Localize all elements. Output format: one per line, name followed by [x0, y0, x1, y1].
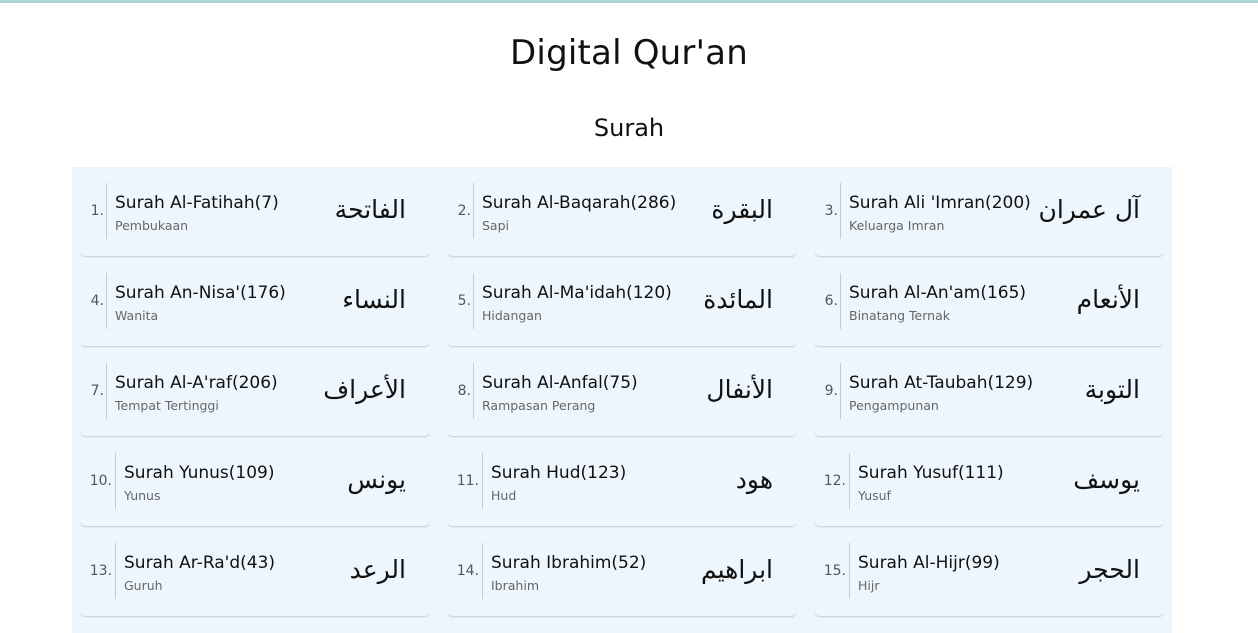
divider: [115, 453, 116, 509]
divider: [840, 273, 841, 329]
surah-number: 13.: [89, 563, 112, 579]
surah-number: 1.: [90, 203, 104, 219]
surah-card[interactable]: 7. Surah Al-A'raf(206) Tempat Tertinggi الأ…: [80, 357, 430, 437]
divider: [482, 453, 483, 509]
surah-name: Surah An-Nisa'(176): [115, 283, 286, 303]
surah-meaning: Rampasan Perang: [482, 398, 596, 413]
surah-card[interactable]: 8. Surah Al-Anfal(75) Rampasan Perang الأنف…: [447, 357, 797, 437]
divider: [840, 363, 841, 419]
surah-number: 12.: [823, 473, 846, 489]
surah-meaning: Yunus: [124, 488, 161, 503]
surah-number: 7.: [90, 383, 104, 399]
surah-meaning: Ibrahim: [491, 578, 539, 593]
surah-number: 5.: [457, 293, 471, 309]
surah-arabic-name: المائدة: [703, 285, 773, 314]
surah-arabic-name: الفاتحة: [334, 195, 406, 224]
surah-number: 6.: [824, 293, 838, 309]
surah-number: 2.: [457, 203, 471, 219]
surah-arabic-name: الأنفال: [706, 375, 773, 404]
surah-arabic-name: الرعد: [349, 555, 406, 584]
section-title: Surah: [593, 114, 665, 142]
surah-name: Surah Ali 'Imran(200): [849, 193, 1031, 213]
surah-meaning: Hud: [491, 488, 517, 503]
surah-name: Surah Al-Ma'idah(120): [482, 283, 672, 303]
surah-arabic-name: يوسف: [1073, 465, 1140, 494]
surah-meaning: Wanita: [115, 308, 159, 323]
surah-number: 8.: [457, 383, 471, 399]
surah-name: Surah Hud(123): [491, 463, 627, 483]
surah-card[interactable]: 1. Surah Al-Fatihah(7) Pembukaan الفاتحة: [80, 177, 430, 257]
surah-arabic-name: النساء: [342, 285, 406, 314]
surah-name: Surah Ar-Ra'd(43): [124, 553, 276, 573]
surah-name: Surah Al-An'am(165): [849, 283, 1027, 303]
surah-card[interactable]: 5. Surah Al-Ma'idah(120) Hidangan المائدة: [447, 267, 797, 347]
divider: [840, 183, 841, 239]
surah-card[interactable]: 13. Surah Ar-Ra'd(43) Guruh الرعد: [80, 537, 430, 617]
surah-meaning: Hidangan: [482, 308, 542, 323]
surah-card[interactable]: 2. Surah Al-Baqarah(286) Sapi البقرة: [447, 177, 797, 257]
surah-arabic-name: الحجر: [1079, 555, 1140, 584]
surah-arabic-name: آل عمران: [1038, 195, 1140, 224]
divider: [473, 273, 474, 329]
divider: [106, 183, 107, 239]
surah-arabic-name: البقرة: [711, 195, 773, 224]
surah-card[interactable]: 9. Surah At-Taubah(129) Pengampunan التوبة: [814, 357, 1164, 437]
surah-number: 10.: [89, 473, 112, 489]
surah-card[interactable]: 15. Surah Al-Hijr(99) Hijr الحجر: [814, 537, 1164, 617]
surah-meaning: Guruh: [124, 578, 163, 593]
surah-name: Surah Yunus(109): [124, 463, 275, 483]
surah-meaning: Yusuf: [858, 488, 891, 503]
surah-name: Surah Al-Baqarah(286): [482, 193, 677, 213]
surah-meaning: Hijr: [858, 578, 880, 593]
surah-number: 9.: [824, 383, 838, 399]
surah-arabic-name: التوبة: [1084, 375, 1140, 404]
surah-arabic-name: يونس: [347, 465, 406, 494]
surah-name: Surah At-Taubah(129): [849, 373, 1034, 393]
divider: [849, 453, 850, 509]
surah-arabic-name: هود: [735, 465, 773, 494]
surah-card[interactable]: 3. Surah Ali 'Imran(200) Keluarga Imran آل …: [814, 177, 1164, 257]
divider: [473, 183, 474, 239]
surah-meaning: Keluarga Imran: [849, 218, 945, 233]
surah-number: 15.: [823, 563, 846, 579]
surah-list-container: 1. Surah Al-Fatihah(7) Pembukaan الفاتحة 2. S…: [72, 167, 1172, 633]
divider: [473, 363, 474, 419]
surah-meaning: Sapi: [482, 218, 510, 233]
surah-card[interactable]: 14. Surah Ibrahim(52) Ibrahim ابراهيم: [447, 537, 797, 617]
surah-number: 14.: [456, 563, 479, 579]
surah-card[interactable]: 10. Surah Yunus(109) Yunus يونس: [80, 447, 430, 527]
surah-meaning: Binatang Ternak: [849, 308, 950, 323]
surah-name: Surah Ibrahim(52): [491, 553, 647, 573]
surah-grid: 1. Surah Al-Fatihah(7) Pembukaan الفاتحة 2. S…: [80, 177, 1164, 617]
divider: [482, 543, 483, 599]
page-title: Digital Qur'an: [510, 33, 748, 73]
surah-name: Surah Al-Anfal(75): [482, 373, 638, 393]
divider: [849, 543, 850, 599]
surah-meaning: Tempat Tertinggi: [115, 398, 219, 413]
surah-name: Surah Al-Fatihah(7): [115, 193, 279, 213]
divider: [106, 273, 107, 329]
divider: [115, 543, 116, 599]
surah-card[interactable]: 6. Surah Al-An'am(165) Binatang Ternak الأن…: [814, 267, 1164, 347]
surah-meaning: Pengampunan: [849, 398, 939, 413]
surah-card[interactable]: 12. Surah Yusuf(111) Yusuf يوسف: [814, 447, 1164, 527]
surah-number: 4.: [90, 293, 104, 309]
surah-number: 11.: [456, 473, 479, 489]
surah-meaning: Pembukaan: [115, 218, 189, 233]
surah-card[interactable]: 11. Surah Hud(123) Hud هود: [447, 447, 797, 527]
surah-number: 3.: [824, 203, 838, 219]
divider: [106, 363, 107, 419]
surah-name: Surah Yusuf(111): [858, 463, 1004, 483]
surah-arabic-name: ابراهيم: [700, 555, 773, 584]
surah-arabic-name: الأنعام: [1076, 285, 1140, 314]
surah-arabic-name: الأعراف: [323, 375, 406, 404]
surah-card[interactable]: 4. Surah An-Nisa'(176) Wanita النساء: [80, 267, 430, 347]
surah-name: Surah Al-Hijr(99): [858, 553, 1000, 573]
surah-name: Surah Al-A'raf(206): [115, 373, 278, 393]
